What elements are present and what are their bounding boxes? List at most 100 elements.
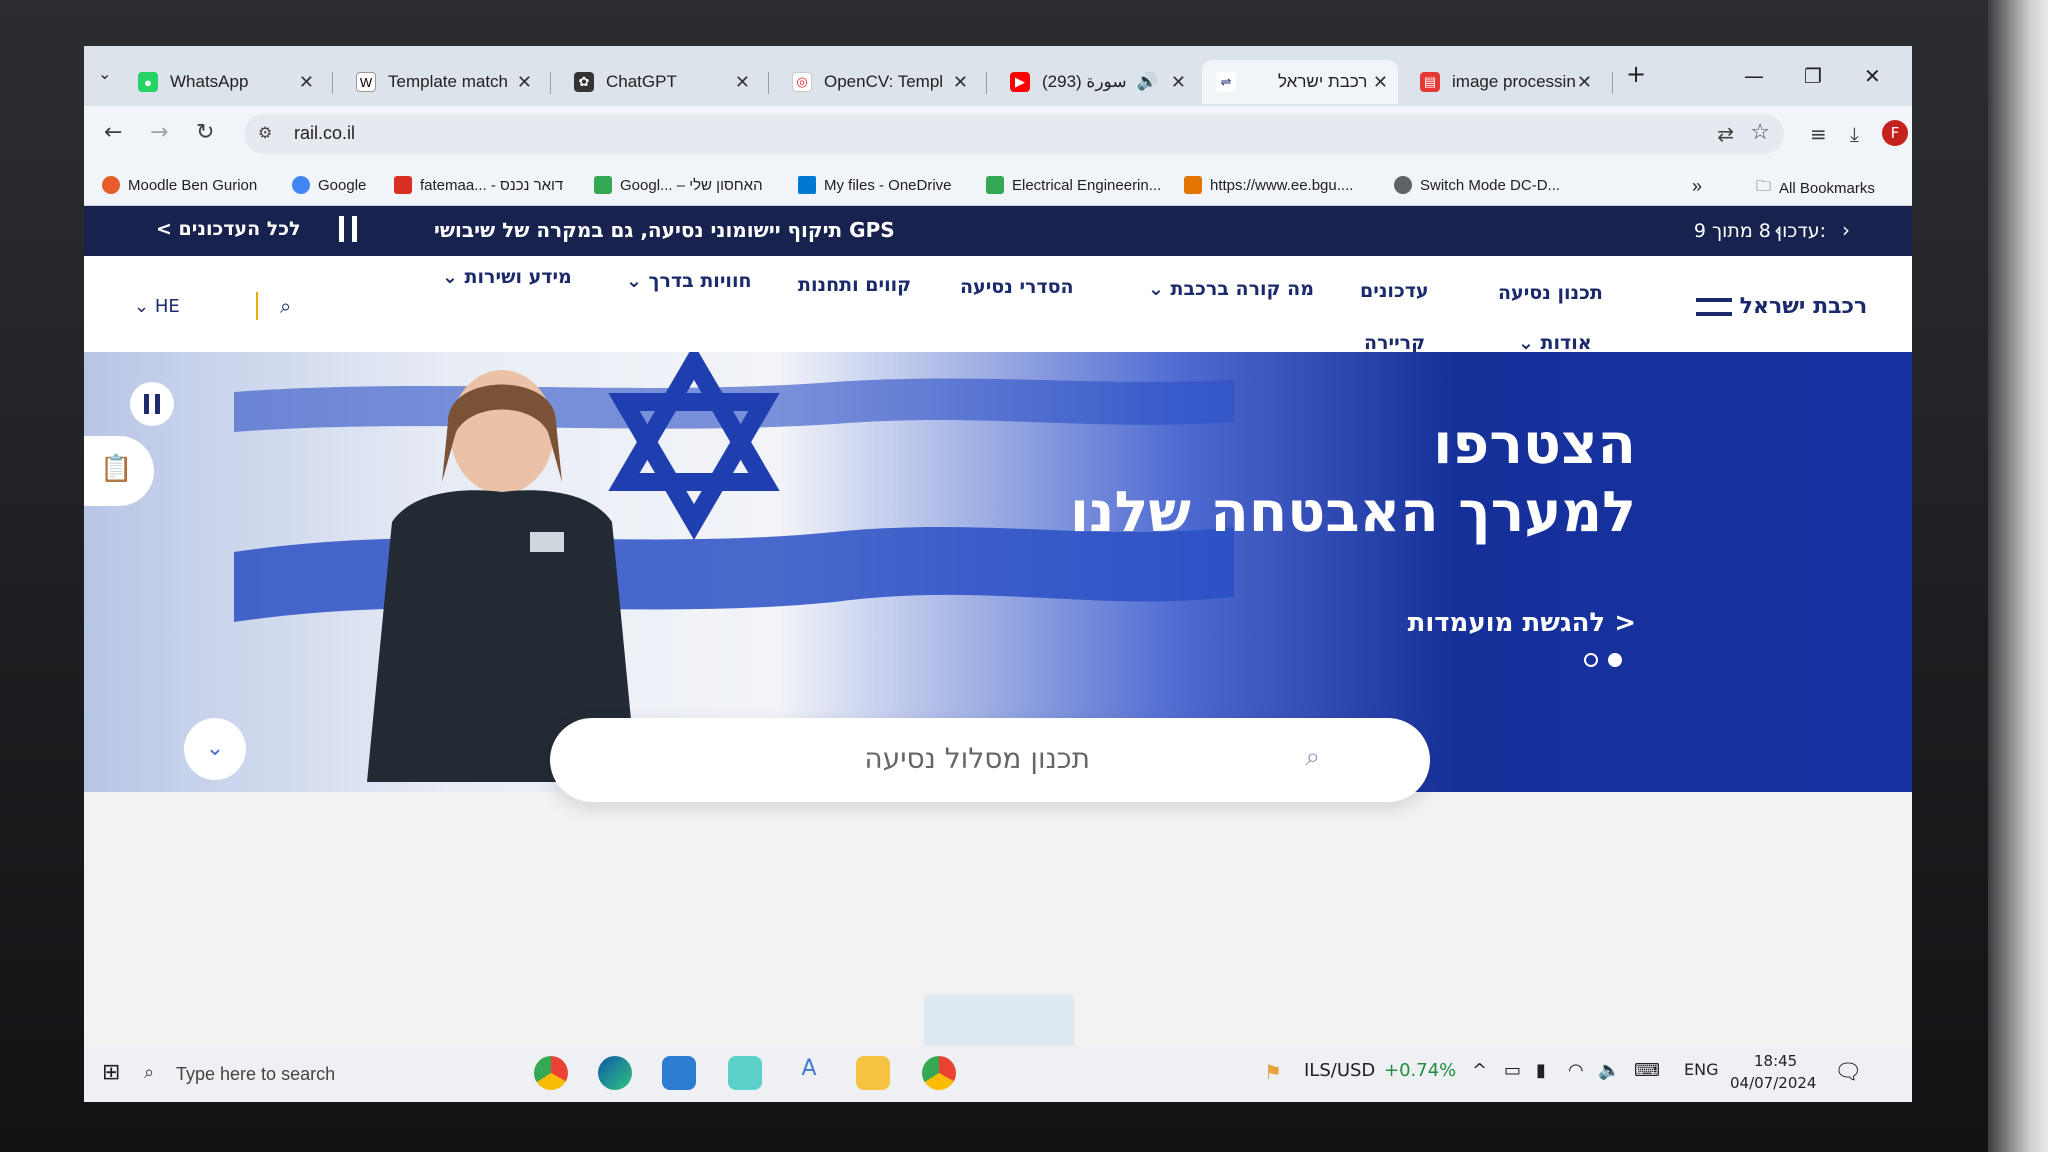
language-selector[interactable]: ⌄ HE bbox=[134, 296, 180, 317]
site-info-icon[interactable]: ⚙ bbox=[258, 123, 272, 142]
tab-image-processing[interactable]: ▤ image processin ✕ bbox=[1406, 60, 1602, 104]
taskbar-search[interactable]: ⌕ Type here to search bbox=[136, 1056, 556, 1094]
accessibility-tab[interactable]: 📋 bbox=[84, 436, 154, 506]
nav-label: מה קורה ברכבת bbox=[1170, 278, 1314, 300]
tab-template-match[interactable]: W Template match ✕ bbox=[342, 60, 542, 104]
close-icon[interactable]: ✕ bbox=[1577, 72, 1592, 93]
whatsapp-icon: ● bbox=[138, 72, 158, 92]
media-controls-icon[interactable]: ≡ bbox=[1810, 122, 1827, 146]
mail-icon[interactable] bbox=[662, 1056, 696, 1090]
route-search-placeholder: תכנון מסלול נסיעה bbox=[864, 742, 1090, 775]
bookmark-ee-bgu[interactable]: https://www.ee.bgu.... bbox=[1184, 176, 1353, 194]
battery-icon[interactable]: ▮ bbox=[1536, 1060, 1546, 1081]
browser-toolbar: ← → ↻ ⚙ rail.co.il ⇄ ☆ ≡ ⤓ F bbox=[84, 106, 1912, 162]
apply-link[interactable]: להגשת מועמדות > bbox=[1408, 608, 1636, 638]
ticker-pause-button[interactable] bbox=[339, 216, 357, 242]
tray-expand-icon[interactable]: ^ bbox=[1472, 1060, 1487, 1081]
address-bar[interactable]: ⚙ rail.co.il ⇄ ☆ bbox=[244, 114, 1784, 154]
bookmark-star-icon[interactable]: ☆ bbox=[1750, 120, 1770, 145]
carousel-dot-active[interactable] bbox=[1608, 653, 1622, 667]
keyboard-icon[interactable]: ⌨ bbox=[1634, 1060, 1660, 1081]
bookmark-onedrive[interactable]: My files - OneDrive bbox=[798, 176, 952, 194]
bookmark-moodle[interactable]: Moodle Ben Gurion bbox=[102, 176, 257, 194]
carousel-dot[interactable] bbox=[1584, 653, 1598, 667]
close-icon[interactable]: ✕ bbox=[517, 72, 532, 93]
close-icon[interactable]: ✕ bbox=[735, 72, 750, 93]
tab-whatsapp[interactable]: ● WhatsApp ✕ bbox=[124, 60, 324, 104]
close-icon[interactable]: ✕ bbox=[1171, 72, 1186, 93]
minimize-button[interactable]: — bbox=[1744, 64, 1764, 88]
new-tab-button[interactable]: + bbox=[1626, 60, 1646, 88]
route-search-box[interactable]: תכנון מסלול נסיעה ⌕ bbox=[550, 718, 1430, 802]
bookmark-label: https://www.ee.bgu.... bbox=[1210, 176, 1354, 194]
tab-opencv[interactable]: ◎ OpenCV: Templ ✕ bbox=[778, 60, 978, 104]
rail-site: < לכל העדכונים תיקוף יישומוני נסיעה, גם … bbox=[84, 206, 1912, 1102]
nav-trip-planning[interactable]: תכנון נסיעה bbox=[1498, 282, 1603, 304]
bookmark-drive[interactable]: Googl... – האחסון שלי bbox=[594, 176, 763, 194]
windows-taskbar: ⊞ ⌕ Type here to search A ⚑ ILS/USD +0.7… bbox=[84, 1046, 1912, 1102]
ticker-next-icon[interactable]: › bbox=[1842, 218, 1850, 242]
close-icon[interactable]: ✕ bbox=[1373, 72, 1388, 93]
bookmark-label: Googl... – האחסון שלי bbox=[620, 176, 763, 194]
windows-start-icon[interactable]: ⊞ bbox=[102, 1060, 120, 1085]
app-icon[interactable]: A bbox=[792, 1056, 826, 1090]
clock-time[interactable]: 18:45 bbox=[1754, 1052, 1797, 1070]
input-language[interactable]: ENG bbox=[1684, 1060, 1718, 1079]
ticker-label[interactable]: ILS/USD bbox=[1304, 1060, 1375, 1081]
tab-label: سورة (293) bbox=[1042, 72, 1127, 91]
tab-chatgpt[interactable]: ✿ ChatGPT ✕ bbox=[560, 60, 760, 104]
carousel-dots bbox=[1584, 652, 1632, 671]
nav-travel-arrangements[interactable]: הסדרי נסיעה bbox=[960, 276, 1074, 298]
tab-label: OpenCV: Templ bbox=[824, 72, 944, 91]
nav-lines-stations[interactable]: קווים ותחנות bbox=[798, 274, 911, 296]
site-logo[interactable]: רכבת ישראל bbox=[1690, 294, 1867, 319]
restore-button[interactable]: ❐ bbox=[1804, 64, 1822, 88]
file-explorer-icon[interactable] bbox=[856, 1056, 890, 1090]
bookmark-gmail[interactable]: fatemaa... - דואר נכנס bbox=[394, 176, 563, 194]
notifications-icon[interactable]: 🗨 bbox=[1834, 1060, 1862, 1085]
bookmark-google[interactable]: Google bbox=[292, 176, 366, 194]
close-window-button[interactable]: ✕ bbox=[1864, 64, 1881, 88]
translate-icon[interactable]: ⇄ bbox=[1717, 122, 1734, 146]
wifi-icon[interactable]: ◠ bbox=[1568, 1060, 1584, 1081]
nav-whats-happening[interactable]: ⌄ מה קורה ברכבת bbox=[1148, 278, 1314, 300]
all-updates-label: לכל העדכונים bbox=[178, 218, 301, 240]
volume-icon[interactable]: 🔈 bbox=[1598, 1060, 1620, 1081]
reload-button[interactable]: ↻ bbox=[196, 120, 214, 145]
nav-info-service[interactable]: ⌄ מידע ושירות bbox=[442, 266, 572, 288]
all-bookmarks-button[interactable]: 🗀 All Bookmarks bbox=[1756, 176, 1875, 201]
forward-button[interactable]: → bbox=[150, 120, 168, 145]
clock-date[interactable]: 04/07/2024 bbox=[1730, 1074, 1816, 1092]
nav-career[interactable]: קריירה bbox=[1364, 332, 1425, 354]
bookmarks-bar: Moodle Ben Gurion Google fatemaa... - דו… bbox=[84, 162, 1912, 206]
edge-icon[interactable] bbox=[598, 1056, 632, 1090]
bookmark-electrical[interactable]: Electrical Engineerin... bbox=[986, 176, 1161, 194]
store-icon[interactable] bbox=[728, 1056, 762, 1090]
close-icon[interactable]: ✕ bbox=[299, 72, 314, 93]
bookmarks-overflow-button[interactable]: » bbox=[1692, 176, 1702, 197]
nav-experiences[interactable]: ⌄ חוויות בדרך bbox=[626, 270, 752, 292]
tab-israel-railways[interactable]: ⇌ רכבת ישראל ✕ bbox=[1202, 60, 1398, 104]
speaker-icon[interactable]: 🔊 bbox=[1137, 72, 1158, 92]
chrome-icon[interactable] bbox=[534, 1056, 568, 1090]
ticker-change: +0.74% bbox=[1384, 1060, 1457, 1081]
nav-about[interactable]: ⌄ אודות bbox=[1518, 332, 1592, 354]
search-icon[interactable]: ⌕ bbox=[1305, 742, 1320, 773]
close-icon[interactable]: ✕ bbox=[953, 72, 968, 93]
meet-now-icon[interactable]: ▭ bbox=[1504, 1060, 1521, 1081]
announcement-text[interactable]: תיקוף יישומוני נסיעה, גם במקרה של שיבושי… bbox=[434, 218, 895, 242]
download-icon[interactable]: ⤓ bbox=[1850, 122, 1859, 146]
carousel-pause-button[interactable] bbox=[130, 382, 174, 426]
tab-search-chevron-icon[interactable]: ⌄ bbox=[98, 64, 111, 83]
profile-avatar[interactable]: F bbox=[1882, 120, 1908, 146]
clipboard-edit-icon: 📋 bbox=[100, 454, 133, 484]
bookmark-switch-mode[interactable]: Switch Mode DC-D... bbox=[1394, 176, 1560, 194]
scroll-down-button[interactable]: ⌄ bbox=[184, 718, 246, 780]
all-updates-link[interactable]: < לכל העדכונים bbox=[156, 218, 301, 240]
tab-youtube[interactable]: ▶ سورة (293) 🔊 ✕ bbox=[996, 60, 1196, 104]
chrome-profile-icon[interactable] bbox=[922, 1056, 956, 1090]
google-icon bbox=[292, 176, 310, 194]
site-search-icon[interactable]: ⌕ bbox=[280, 294, 291, 318]
nav-updates[interactable]: עדכונים bbox=[1360, 280, 1429, 302]
back-button[interactable]: ← bbox=[104, 120, 122, 145]
